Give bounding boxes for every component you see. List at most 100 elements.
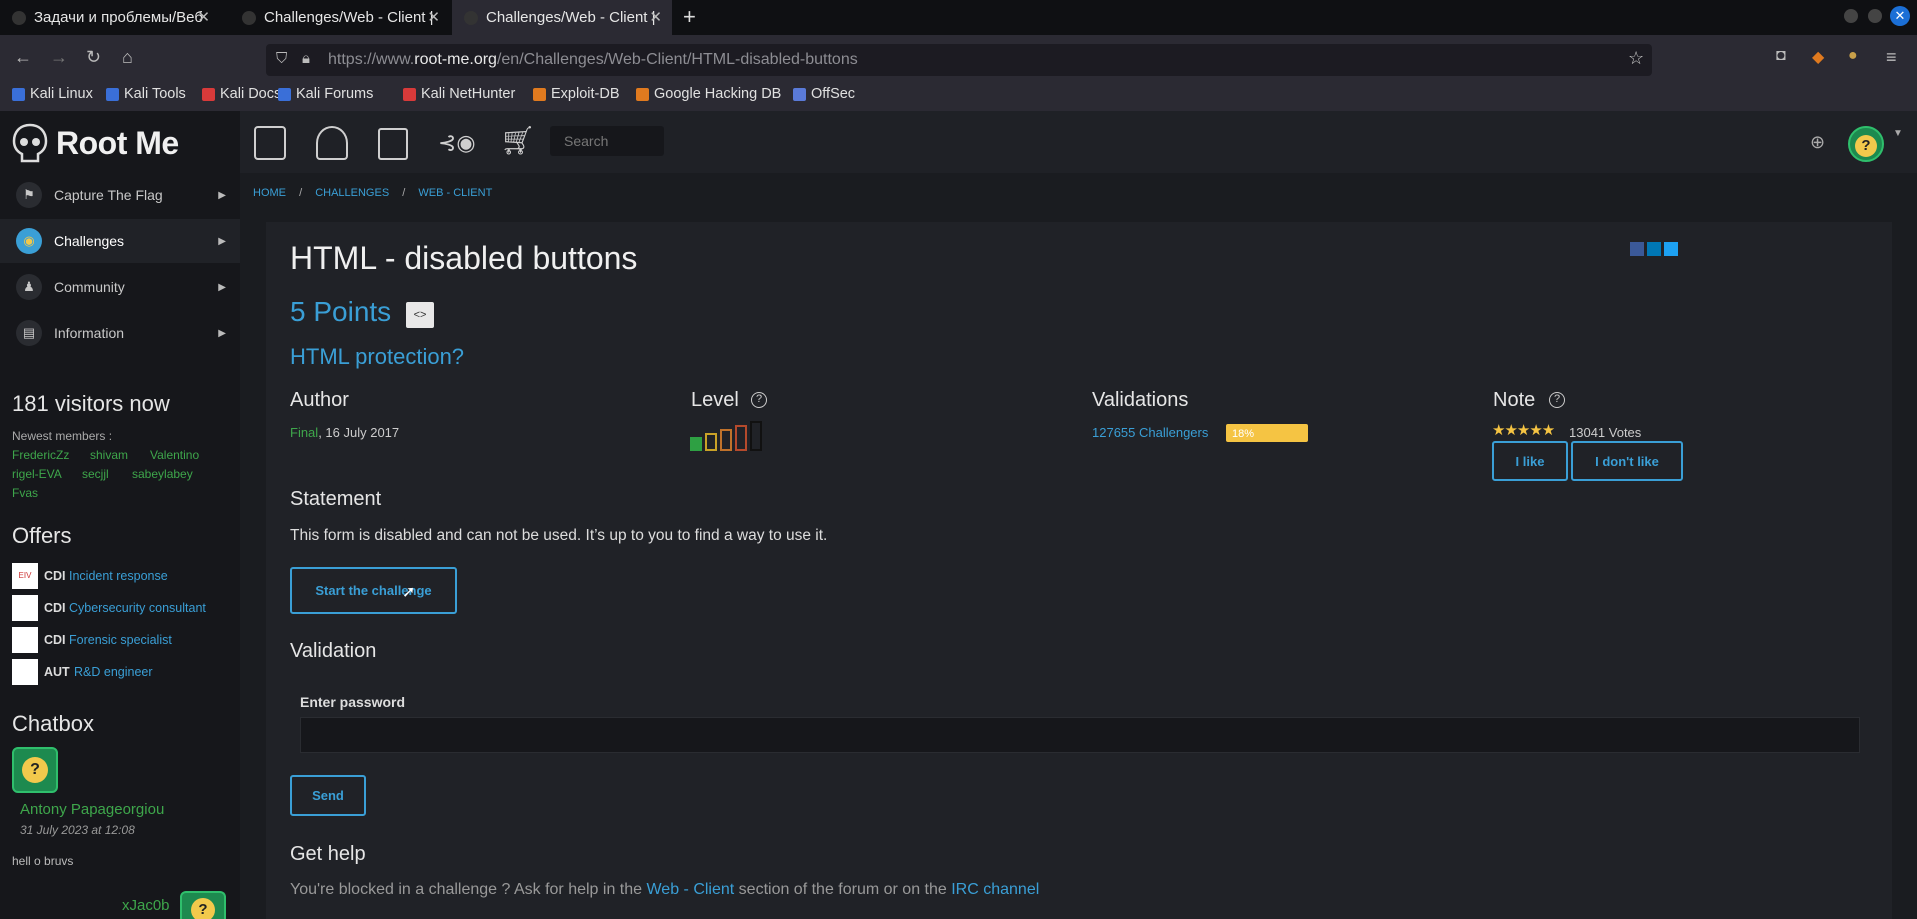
ctf-nav-icon[interactable]	[254, 126, 286, 160]
author-link[interactable]: Final	[290, 425, 318, 440]
level-bar	[735, 425, 747, 451]
lock-icon[interactable]: 🔒︎	[302, 50, 310, 67]
bookmark-star-icon[interactable]: ☆	[1628, 48, 1644, 69]
sidebar-item-label: Information	[54, 325, 125, 341]
offer-item[interactable]: EIV CDI Incident response	[12, 563, 238, 589]
challenges-nav-icon[interactable]	[316, 126, 348, 160]
signal-nav-icon[interactable]: ⊰◉	[438, 130, 476, 156]
offer-type: CDI	[44, 569, 66, 583]
logo[interactable]: Root Me	[0, 111, 240, 173]
bookmark-item[interactable]: Google Hacking DB	[636, 86, 781, 102]
menu-icon[interactable]: ≡	[1886, 47, 1897, 68]
facebook-icon[interactable]	[1630, 242, 1644, 256]
password-input[interactable]	[300, 717, 1860, 753]
member-link[interactable]: shivam	[90, 448, 128, 462]
bookmark-label: Kali Forums	[296, 86, 374, 102]
chat-avatar[interactable]: ?	[12, 747, 58, 793]
sidebar-item-challenges[interactable]: ◉ Challenges ▶	[0, 219, 240, 263]
sidebar-item-ctf[interactable]: ⚑ Capture The Flag ▶	[0, 173, 240, 217]
close-tab-icon[interactable]: ✕	[427, 8, 440, 26]
chevron-right-icon: ▶	[218, 235, 226, 247]
bookmark-item[interactable]: OffSec	[793, 86, 855, 102]
close-tab-icon[interactable]: ✕	[649, 8, 662, 26]
member-link[interactable]: secjjl	[82, 467, 109, 481]
company-logo	[12, 595, 38, 621]
bookmark-item[interactable]: Kali Linux	[12, 86, 93, 102]
offer-title[interactable]: Incident response	[69, 569, 168, 583]
newest-members-label: Newest members :	[12, 429, 113, 443]
author-date: , 16 July 2017	[318, 425, 400, 440]
offer-title[interactable]: Cybersecurity consultant	[69, 601, 206, 615]
help-icon[interactable]: ?	[751, 392, 767, 408]
search-input[interactable]: Search	[550, 126, 664, 156]
maximize-icon[interactable]	[1868, 9, 1882, 23]
shield-icon[interactable]: ⛉	[276, 50, 287, 67]
member-link[interactable]: rigel-EVA	[12, 467, 62, 481]
language-icon[interactable]: ⊕	[1810, 132, 1825, 153]
offer-title[interactable]: Forensic specialist	[69, 633, 172, 647]
bookmark-item[interactable]: Exploit-DB	[533, 86, 620, 102]
sidebar-item-community[interactable]: ♟ Community ▶	[0, 265, 240, 309]
close-window-icon[interactable]: ✕	[1890, 6, 1910, 26]
info-icon: ▤	[16, 320, 42, 346]
bookmark-item[interactable]: Kali Forums	[278, 86, 373, 102]
breadcrumb: HOME / CHALLENGES / WEB - CLIENT	[253, 187, 492, 199]
validation-label: Validation	[290, 640, 377, 662]
note-label: Note	[1493, 389, 1536, 411]
breadcrumb-challenges[interactable]: CHALLENGES	[315, 187, 389, 199]
chat-username[interactable]: xJac0b	[122, 897, 170, 914]
linkedin-icon[interactable]	[1647, 242, 1661, 256]
browser-tab-1[interactable]: Задачи и проблемы/Веб ✕	[0, 0, 220, 35]
member-link[interactable]: sabeylabey	[132, 467, 193, 481]
company-logo	[12, 627, 38, 653]
account-icon[interactable]: ●	[1848, 47, 1858, 65]
bookmark-favicon-icon	[278, 87, 291, 101]
forward-icon[interactable]: →	[50, 47, 68, 68]
user-avatar[interactable]: ?	[1848, 126, 1884, 162]
member-link[interactable]: FredericZz	[12, 448, 69, 462]
documents-nav-icon[interactable]	[378, 128, 408, 160]
chevron-down-icon[interactable]: ▼	[1893, 128, 1903, 139]
irc-link[interactable]: IRC channel	[951, 881, 1039, 898]
offer-item[interactable]: CDI Forensic specialist	[12, 627, 238, 653]
sidebar-item-information[interactable]: ▤ Information ▶	[0, 311, 240, 355]
breadcrumb-web-client[interactable]: WEB - CLIENT	[418, 187, 492, 199]
new-tab-icon[interactable]: +	[683, 4, 696, 30]
extension-icon[interactable]: ◆	[1812, 47, 1824, 67]
start-challenge-button[interactable]: Start the challenge	[290, 567, 457, 614]
dislike-button[interactable]: I don't like	[1571, 441, 1683, 481]
offer-item[interactable]: CDI Cybersecurity consultant	[12, 595, 238, 621]
offer-title[interactable]: R&D engineer	[74, 665, 153, 679]
bookmark-label: Exploit-DB	[551, 86, 620, 102]
validations-count[interactable]: 127655 Challengers	[1092, 425, 1208, 440]
offers-title: Offers	[12, 523, 72, 548]
challenge-card	[266, 222, 1892, 919]
chat-username[interactable]: Antony Papageorgiou	[20, 801, 164, 818]
home-icon[interactable]: ⌂	[122, 47, 133, 68]
back-icon[interactable]: ←	[14, 47, 32, 68]
password-label: Enter password	[300, 694, 406, 710]
breadcrumb-home[interactable]: HOME	[253, 187, 286, 199]
forum-link[interactable]: Web - Client	[646, 881, 734, 898]
member-link[interactable]: Fvas	[12, 486, 38, 500]
pocket-icon[interactable]: ◘	[1776, 47, 1786, 65]
bookmark-item[interactable]: Kali Docs	[202, 86, 281, 102]
offer-item[interactable]: AUT R&D engineer	[12, 659, 238, 685]
close-tab-icon[interactable]: ✕	[197, 8, 210, 26]
minimize-icon[interactable]	[1844, 9, 1858, 23]
chat-avatar[interactable]: ?	[180, 891, 226, 919]
bookmark-label: Kali Docs	[220, 86, 282, 102]
help-icon[interactable]: ?	[1549, 392, 1565, 408]
tab-label: Задачи и проблемы/Веб	[34, 9, 203, 26]
member-link[interactable]: Valentino	[150, 448, 199, 462]
bookmark-favicon-icon	[12, 87, 25, 101]
bookmark-item[interactable]: Kali Tools	[106, 86, 186, 102]
bookmark-item[interactable]: Kali NetHunter	[403, 86, 515, 102]
reload-icon[interactable]: ↻	[86, 47, 101, 68]
browser-tab-2[interactable]: Challenges/Web - Client | ✕	[230, 0, 450, 35]
twitter-icon[interactable]	[1664, 242, 1678, 256]
browser-tab-3[interactable]: Challenges/Web - Client | ✕	[452, 0, 672, 35]
like-button[interactable]: I like	[1492, 441, 1568, 481]
cart-nav-icon[interactable]: 🛒︎	[500, 124, 536, 157]
send-button[interactable]: Send	[290, 775, 366, 816]
